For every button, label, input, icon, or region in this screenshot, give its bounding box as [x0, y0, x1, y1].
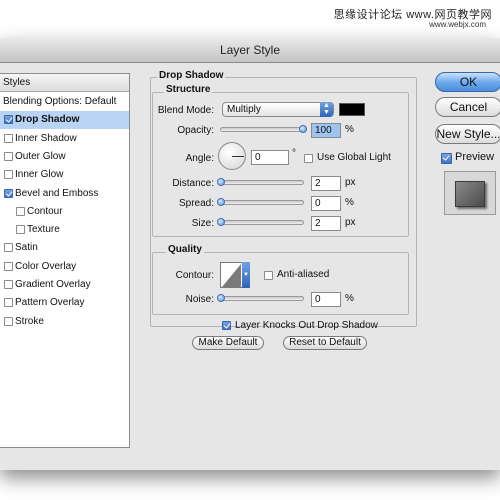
- cancel-button[interactable]: Cancel: [435, 97, 500, 117]
- styles-list-item[interactable]: Color Overlay: [0, 258, 129, 276]
- opacity-slider-thumb[interactable]: [299, 125, 307, 133]
- noise-field[interactable]: 0: [311, 292, 341, 307]
- opacity-slider[interactable]: [220, 127, 306, 132]
- style-label: Drop Shadow: [15, 114, 80, 126]
- angle-dial[interactable]: [218, 142, 246, 170]
- angle-label: Angle:: [185, 153, 214, 164]
- style-label: Gradient Overlay: [15, 279, 91, 290]
- style-checkbox[interactable]: [4, 151, 13, 161]
- styles-list-item[interactable]: Drop Shadow: [0, 111, 129, 130]
- distance-unit: px: [345, 177, 356, 188]
- spread-label: Spread:: [178, 198, 214, 209]
- style-label: Satin: [15, 242, 38, 254]
- layer-knocks-out-checkbox[interactable]: [222, 321, 231, 330]
- styles-list-item[interactable]: Outer Glow: [0, 148, 129, 166]
- distance-field[interactable]: 2: [311, 176, 341, 191]
- styles-list-item[interactable]: Satin: [0, 239, 129, 257]
- blend-mode-label: Blend Mode:: [157, 105, 214, 116]
- styles-list: Styles Blending Options: Default Drop Sha…: [0, 73, 130, 448]
- select-arrows-icon: ▲ ▼: [320, 102, 333, 117]
- style-checkbox[interactable]: [4, 188, 13, 198]
- styles-list-header: Styles: [0, 74, 129, 92]
- noise-slider-thumb[interactable]: [217, 294, 225, 302]
- distance-slider-thumb[interactable]: [217, 178, 225, 186]
- style-checkbox[interactable]: [16, 206, 25, 216]
- style-checkbox[interactable]: [4, 170, 13, 180]
- style-checkbox[interactable]: [16, 225, 25, 235]
- angle-dial-needle: [232, 156, 244, 157]
- angle-degree: °: [292, 148, 296, 159]
- styles-list-item[interactable]: Contour: [0, 203, 129, 221]
- style-checkbox[interactable]: [4, 115, 13, 125]
- style-checkbox[interactable]: [4, 316, 13, 326]
- styles-list-item[interactable]: Bevel and Emboss: [0, 185, 129, 203]
- styles-list-item[interactable]: Stroke: [0, 313, 129, 331]
- style-label: Stroke: [15, 315, 44, 327]
- watermark-url: www.webjx.com: [429, 20, 486, 29]
- use-global-light-label: Use Global Light: [317, 152, 391, 163]
- layer-knocks-out-label: Layer Knocks Out Drop Shadow: [235, 320, 378, 331]
- distance-label: Distance:: [172, 178, 214, 189]
- structure-title: Structure: [164, 84, 213, 95]
- styles-list-item[interactable]: Blending Options: Default: [0, 93, 129, 111]
- size-unit: px: [345, 217, 356, 228]
- style-checkbox[interactable]: [4, 243, 13, 253]
- style-label: Outer Glow: [15, 150, 66, 162]
- spread-slider-thumb[interactable]: [217, 198, 225, 206]
- size-slider-thumb[interactable]: [217, 218, 225, 226]
- spread-field[interactable]: 0: [311, 196, 341, 211]
- styles-list-item[interactable]: Inner Shadow: [0, 130, 129, 148]
- size-label: Size:: [191, 218, 214, 229]
- style-label: Inner Shadow: [15, 132, 77, 144]
- layer-style-dialog: Layer Style Styles Blending Options: Def…: [0, 38, 500, 470]
- quality-group: [152, 252, 409, 315]
- quality-title: Quality: [166, 244, 204, 255]
- style-label: Texture: [27, 224, 60, 236]
- styles-list-item[interactable]: Gradient Overlay: [0, 276, 129, 294]
- style-checkbox[interactable]: [4, 298, 13, 308]
- noise-label: Noise:: [185, 294, 214, 305]
- use-global-light-checkbox[interactable]: [304, 154, 313, 163]
- contour-label: Contour:: [175, 270, 214, 281]
- opacity-label: Opacity:: [177, 125, 214, 136]
- shadow-color-swatch[interactable]: [339, 103, 365, 116]
- opacity-percent: %: [345, 124, 354, 135]
- blend-mode-select[interactable]: Multiply ▲ ▼: [222, 102, 334, 117]
- anti-aliased-checkbox[interactable]: [264, 271, 273, 280]
- contour-dropdown-icon[interactable]: ▼: [242, 262, 250, 288]
- ok-button[interactable]: OK: [435, 72, 500, 92]
- style-label: Color Overlay: [15, 260, 77, 272]
- style-label: Bevel and Emboss: [15, 187, 99, 199]
- style-checkbox[interactable]: [4, 280, 13, 289]
- preview-checkbox[interactable]: [441, 153, 452, 164]
- drop-shadow-title: Drop Shadow: [157, 70, 226, 81]
- opacity-field[interactable]: 100: [311, 123, 341, 138]
- new-style-button[interactable]: New Style...: [435, 124, 500, 144]
- size-field[interactable]: 2: [311, 216, 341, 231]
- style-checkbox[interactable]: [4, 133, 13, 143]
- reset-to-default-button[interactable]: Reset to Default: [283, 336, 367, 350]
- style-label: Blending Options: Default: [3, 96, 117, 107]
- noise-slider[interactable]: [220, 296, 304, 301]
- angle-field[interactable]: 0: [251, 150, 289, 165]
- noise-unit: %: [345, 293, 354, 304]
- anti-aliased-label: Anti-aliased: [277, 269, 330, 280]
- blend-mode-value: Multiply: [227, 104, 261, 115]
- style-label: Contour: [27, 205, 63, 217]
- preview-thumbnail: [444, 171, 496, 215]
- styles-list-item[interactable]: Pattern Overlay: [0, 294, 129, 312]
- preview-swatch: [455, 181, 485, 207]
- style-label: Inner Glow: [15, 169, 64, 181]
- styles-list-item[interactable]: Texture: [0, 221, 129, 239]
- spread-unit: %: [345, 197, 354, 208]
- dialog-title: Layer Style: [0, 38, 500, 63]
- style-label: Pattern Overlay: [15, 297, 85, 309]
- make-default-button[interactable]: Make Default: [192, 336, 264, 350]
- distance-slider[interactable]: [220, 180, 304, 185]
- styles-list-item[interactable]: Inner Glow: [0, 166, 129, 184]
- size-slider[interactable]: [220, 220, 304, 225]
- preview-label: Preview: [455, 151, 495, 163]
- spread-slider[interactable]: [220, 200, 304, 205]
- style-checkbox[interactable]: [4, 261, 13, 271]
